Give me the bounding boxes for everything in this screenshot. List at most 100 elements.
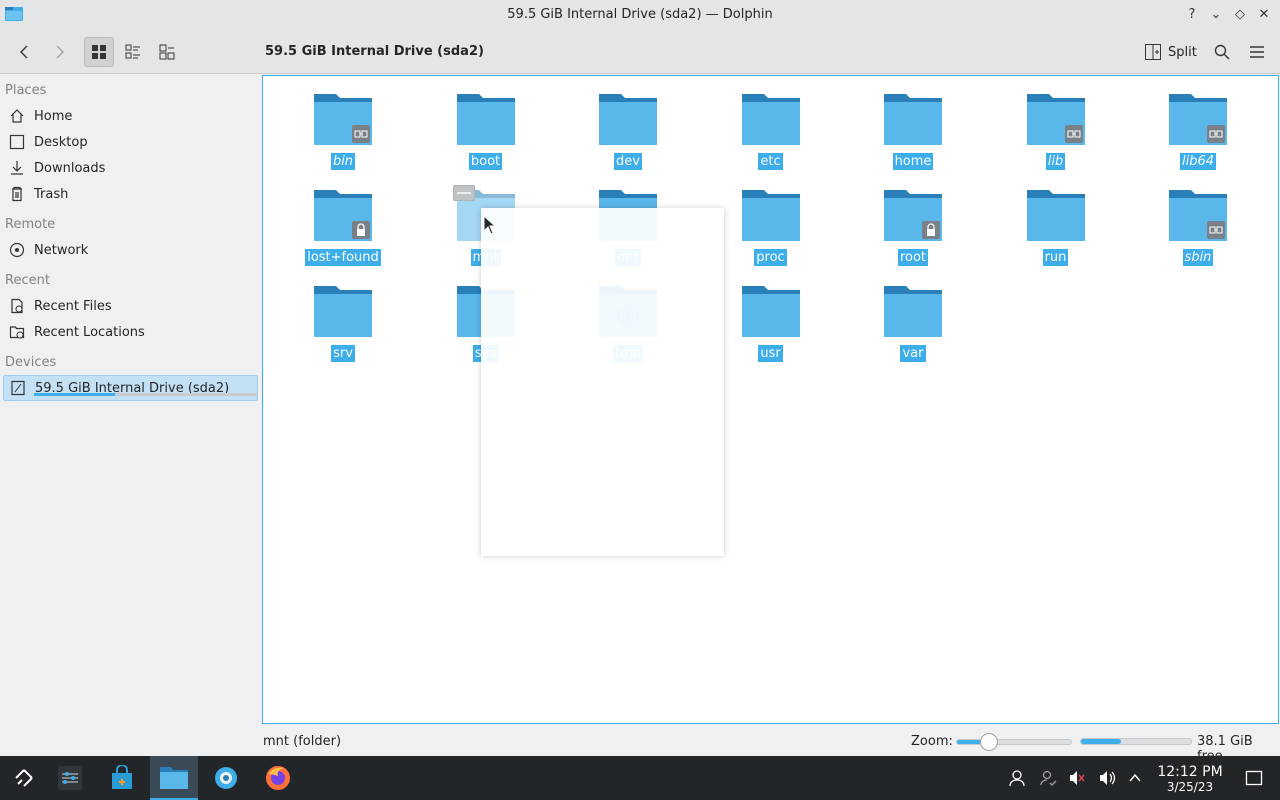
zoom-slider-handle[interactable]	[979, 733, 998, 751]
search-button[interactable]	[1208, 37, 1236, 67]
file-item-root[interactable]: root	[853, 189, 973, 279]
folder-icon	[314, 93, 372, 145]
file-item-usr[interactable]: usr	[711, 285, 831, 375]
split-button[interactable]: Split	[1144, 37, 1197, 67]
firefox-icon	[266, 766, 290, 790]
recent-locations-icon	[8, 323, 26, 341]
lock-emblem-icon	[352, 221, 370, 239]
split-icon	[1145, 44, 1161, 60]
folder-icon	[884, 189, 942, 241]
file-item-lib[interactable]: lib	[996, 93, 1116, 183]
file-item-dev[interactable]: dev	[568, 93, 688, 183]
help-button[interactable]: ?	[1182, 4, 1202, 24]
tray-accounts[interactable]	[1038, 768, 1058, 788]
compact-view-icon	[125, 44, 140, 59]
file-item-srv[interactable]: srv	[283, 285, 403, 375]
audio-muted-icon	[1070, 771, 1085, 785]
symlink-emblem-icon	[352, 125, 370, 143]
recent-section-header: Recent	[5, 273, 50, 288]
sidebar-item-label: Home	[34, 108, 73, 124]
discover-store-icon	[112, 765, 132, 789]
file-item-bin[interactable]: bin	[283, 93, 403, 183]
zoom-slider[interactable]	[956, 733, 1072, 751]
sidebar-item-recent-files[interactable]: Recent Files	[3, 294, 258, 318]
task-discover[interactable]	[98, 756, 146, 800]
drive-capacity-bar	[34, 393, 258, 396]
forward-icon	[56, 45, 64, 59]
hamburger-menu-icon	[1250, 46, 1264, 58]
file-name-label: home	[892, 153, 934, 170]
tray-volume[interactable]	[1097, 768, 1117, 788]
sidebar-item-trash[interactable]: Trash	[3, 182, 258, 206]
settings-gear-icon	[215, 767, 237, 789]
sidebar-item-home[interactable]: Home	[3, 104, 258, 128]
file-item-lib64[interactable]: lib64	[1138, 93, 1258, 183]
sidebar-item-network[interactable]: Network	[3, 238, 258, 262]
task-dolphin[interactable]	[150, 756, 198, 800]
desktop-icon	[8, 133, 26, 151]
devices-section-header: Devices	[5, 355, 57, 370]
zoom-label: Zoom:	[911, 734, 953, 749]
tray-expand[interactable]	[1125, 768, 1145, 788]
file-item-boot[interactable]: boot	[426, 93, 546, 183]
places-section-header: Places	[5, 83, 47, 98]
clock-time: 12:12 PM	[1157, 764, 1223, 780]
volume-icon	[1100, 771, 1116, 785]
file-item-run[interactable]: run	[996, 189, 1116, 279]
minimize-button[interactable]: ⌄	[1206, 4, 1226, 24]
back-icon	[20, 45, 28, 59]
file-item-etc[interactable]: etc	[711, 93, 831, 183]
app-launcher-button[interactable]	[0, 756, 48, 800]
file-item-lost-found[interactable]: lost+found	[283, 189, 403, 279]
folder-icon	[456, 93, 515, 145]
show-desktop-button[interactable]	[1244, 768, 1264, 788]
back-button[interactable]	[10, 37, 40, 67]
app-launcher-icon	[15, 769, 33, 787]
details-view-button[interactable]	[152, 37, 182, 67]
task-system-settings[interactable]	[46, 756, 94, 800]
sidebar-item-label: Trash	[34, 186, 69, 202]
folder-icon	[1026, 189, 1085, 241]
icons-view-button[interactable]	[84, 37, 114, 67]
status-text: mnt (folder)	[263, 734, 342, 749]
file-item-proc[interactable]: proc	[711, 189, 831, 279]
compact-view-button[interactable]	[118, 37, 148, 67]
file-name-label: var	[900, 345, 926, 362]
sidebar-item-downloads[interactable]: Downloads	[3, 156, 258, 180]
file-view[interactable]: binbootdevetchomeliblib64lost+foundmntop…	[262, 75, 1279, 724]
file-item-home[interactable]: home	[853, 93, 973, 183]
forward-button[interactable]	[44, 37, 74, 67]
places-panel: Places Home Desktop Downloads Trash Remo…	[0, 75, 262, 756]
folder-icon	[1169, 93, 1227, 145]
file-item-sbin[interactable]: sbin	[1138, 189, 1258, 279]
task-firefox[interactable]	[254, 756, 302, 800]
folder-icon	[741, 93, 800, 145]
toolbar: 59.5 GiB Internal Drive (sda2) Split	[0, 29, 1280, 74]
sidebar-item-desktop[interactable]: Desktop	[3, 130, 258, 154]
clock[interactable]: 12:12 PM 3/25/23	[1150, 764, 1230, 794]
tray-audio-muted[interactable]	[1067, 768, 1087, 788]
drag-source-icon	[452, 185, 475, 201]
tray-expand-icon	[1129, 773, 1141, 782]
status-bar: mnt (folder) Zoom: 38.1 GiB free	[0, 725, 1280, 764]
tray-user[interactable]	[1007, 768, 1027, 788]
file-item-var[interactable]: var	[853, 285, 973, 375]
sidebar-item-label: Recent Locations	[34, 324, 145, 340]
split-label: Split	[1168, 44, 1197, 60]
folder-icon	[599, 93, 657, 145]
maximize-button[interactable]: ◇	[1230, 4, 1250, 24]
folder-icon	[884, 93, 942, 145]
window-title: 59.5 GiB Internal Drive (sda2) — Dolphin	[507, 7, 773, 22]
sidebar-item-recent-locations[interactable]: Recent Locations	[3, 320, 258, 344]
trash-icon	[8, 185, 26, 203]
drag-preview	[481, 208, 724, 556]
breadcrumb[interactable]: 59.5 GiB Internal Drive (sda2)	[265, 44, 484, 59]
folder-icon	[1169, 189, 1227, 241]
symlink-emblem-icon	[1064, 125, 1083, 143]
user-icon	[1009, 770, 1025, 787]
sidebar-item-internal-drive[interactable]: 59.5 GiB Internal Drive (sda2)	[3, 375, 258, 401]
search-icon	[1214, 44, 1230, 60]
close-button[interactable]: ✕	[1254, 4, 1274, 24]
task-system-settings-gear[interactable]	[202, 756, 250, 800]
menu-button[interactable]	[1243, 37, 1271, 67]
